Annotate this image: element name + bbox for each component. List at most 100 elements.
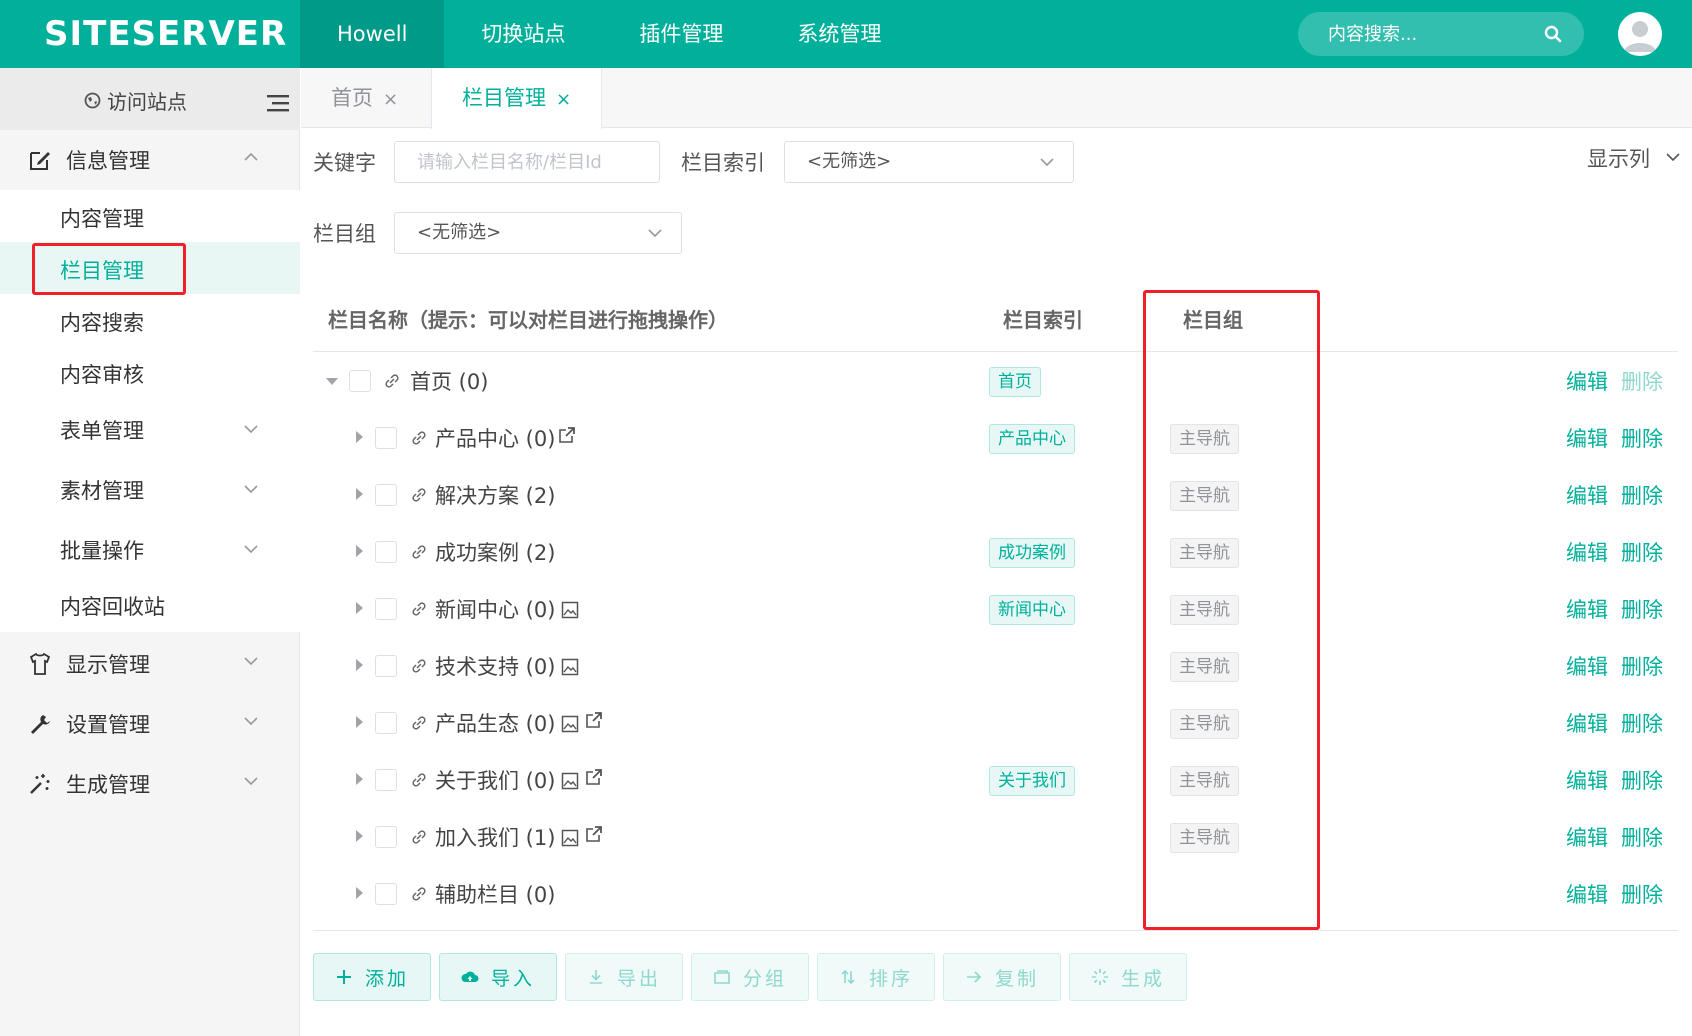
- keyword-input[interactable]: [394, 141, 660, 183]
- expand-icon[interactable]: [356, 488, 363, 500]
- edit-link[interactable]: 编辑: [1566, 651, 1608, 681]
- table-row[interactable]: 产品生态 (0) 主导航 编辑 删除: [313, 695, 1678, 752]
- sidebar-group-settings[interactable]: 设置管理: [0, 694, 300, 752]
- row-checkbox[interactable]: [375, 883, 397, 905]
- row-checkbox[interactable]: [375, 541, 397, 563]
- delete-link[interactable]: 删除: [1621, 423, 1663, 453]
- table-row[interactable]: 技术支持 (0) 主导航 编辑 删除: [313, 638, 1678, 695]
- visit-site-label: 访问站点: [107, 90, 187, 114]
- delete-link[interactable]: 删除: [1621, 765, 1663, 795]
- delete-link[interactable]: 删除: [1621, 537, 1663, 567]
- column-header-name: 栏目名称（提示：可以对栏目进行拖拽操作）: [328, 308, 728, 332]
- collapse-icon[interactable]: [326, 378, 338, 385]
- expand-icon[interactable]: [356, 830, 363, 842]
- search-icon[interactable]: [1544, 25, 1562, 43]
- user-avatar[interactable]: [1618, 12, 1662, 56]
- table-row[interactable]: 辅助栏目 (0) 编辑 删除: [313, 866, 1678, 923]
- column-name[interactable]: 产品生态 (0): [435, 708, 555, 738]
- visit-site-link[interactable]: 访问站点: [84, 86, 187, 115]
- column-group-select[interactable]: <无筛选>: [394, 212, 682, 254]
- sort-button[interactable]: 排序: [817, 953, 935, 1001]
- row-checkbox[interactable]: [375, 655, 397, 677]
- edit-link[interactable]: 编辑: [1566, 879, 1608, 909]
- chevron-down-icon: [244, 717, 258, 726]
- copy-button[interactable]: 复制: [943, 953, 1061, 1001]
- edit-link[interactable]: 编辑: [1566, 537, 1608, 567]
- sidebar-item-content-review[interactable]: 内容审核: [0, 346, 300, 398]
- tab-home[interactable]: 首页 ×: [331, 68, 398, 128]
- row-checkbox[interactable]: [375, 484, 397, 506]
- sidebar-item-recycle-bin[interactable]: 内容回收站: [0, 578, 300, 630]
- column-name[interactable]: 产品中心 (0): [435, 423, 555, 453]
- column-name[interactable]: 首页 (0): [410, 366, 488, 396]
- expand-icon[interactable]: [356, 659, 363, 671]
- sidebar-item-batch-operations[interactable]: 批量操作: [0, 522, 300, 574]
- table-row[interactable]: 关于我们 (0) 关于我们 主导航 编辑 删除: [313, 752, 1678, 809]
- row-checkbox[interactable]: [375, 598, 397, 620]
- import-button[interactable]: 导入: [439, 953, 557, 1001]
- nav-site-howell[interactable]: Howell: [300, 0, 445, 68]
- close-icon[interactable]: ×: [383, 89, 398, 110]
- show-columns-dropdown[interactable]: 显示列: [1587, 143, 1680, 173]
- table-row[interactable]: 首页 (0) 首页 编辑 删除: [313, 353, 1678, 410]
- table-row[interactable]: 解决方案 (2) 主导航 编辑 删除: [313, 467, 1678, 524]
- column-name[interactable]: 新闻中心 (0): [435, 594, 555, 624]
- sidebar-group-info[interactable]: 信息管理: [0, 130, 300, 188]
- row-checkbox[interactable]: [375, 826, 397, 848]
- expand-icon[interactable]: [356, 716, 363, 728]
- expand-icon[interactable]: [356, 773, 363, 785]
- column-name[interactable]: 辅助栏目 (0): [435, 879, 555, 909]
- column-name[interactable]: 成功案例 (2): [435, 537, 555, 567]
- edit-link[interactable]: 编辑: [1566, 822, 1608, 852]
- nav-switch-site[interactable]: 切换站点: [444, 0, 602, 68]
- menu-toggle-icon[interactable]: [267, 94, 289, 112]
- edit-link[interactable]: 编辑: [1566, 594, 1608, 624]
- expand-icon[interactable]: [356, 431, 363, 443]
- generate-button[interactable]: 生成: [1069, 953, 1187, 1001]
- tab-column-management[interactable]: 栏目管理 ×: [431, 68, 603, 129]
- column-name[interactable]: 解决方案 (2): [435, 480, 555, 510]
- delete-link[interactable]: 删除: [1621, 879, 1663, 909]
- column-name[interactable]: 关于我们 (0): [435, 765, 555, 795]
- table-row[interactable]: 成功案例 (2) 成功案例 主导航 编辑 删除: [313, 524, 1678, 581]
- delete-link[interactable]: 删除: [1621, 366, 1663, 396]
- row-checkbox[interactable]: [375, 769, 397, 791]
- column-name[interactable]: 技术支持 (0): [435, 651, 555, 681]
- expand-icon[interactable]: [356, 887, 363, 899]
- edit-link[interactable]: 编辑: [1566, 366, 1608, 396]
- nav-plugin-management[interactable]: 插件管理: [602, 0, 760, 68]
- delete-link[interactable]: 删除: [1621, 708, 1663, 738]
- expand-icon[interactable]: [356, 602, 363, 614]
- edit-link[interactable]: 编辑: [1566, 423, 1608, 453]
- table-row[interactable]: 产品中心 (0) 产品中心 主导航 编辑 删除: [313, 410, 1678, 467]
- row-checkbox[interactable]: [375, 712, 397, 734]
- group-button[interactable]: 分组: [691, 953, 809, 1001]
- column-name[interactable]: 加入我们 (1): [435, 822, 555, 852]
- expand-icon[interactable]: [356, 545, 363, 557]
- delete-link[interactable]: 删除: [1621, 480, 1663, 510]
- edit-link[interactable]: 编辑: [1566, 480, 1608, 510]
- sidebar-item-material-management[interactable]: 素材管理: [0, 462, 300, 514]
- edit-link[interactable]: 编辑: [1566, 708, 1608, 738]
- delete-link[interactable]: 删除: [1621, 594, 1663, 624]
- table-row[interactable]: 加入我们 (1) 主导航 编辑 删除: [313, 809, 1678, 866]
- close-icon[interactable]: ×: [556, 89, 571, 110]
- siteserver-logo[interactable]: SITESERVER: [44, 10, 287, 58]
- content-search-input[interactable]: [1298, 12, 1538, 56]
- table-row[interactable]: 新闻中心 (0) 新闻中心 主导航 编辑 删除: [313, 581, 1678, 638]
- delete-link[interactable]: 删除: [1621, 822, 1663, 852]
- edit-link[interactable]: 编辑: [1566, 765, 1608, 795]
- delete-link[interactable]: 删除: [1621, 651, 1663, 681]
- column-index-select[interactable]: <无筛选>: [784, 141, 1074, 183]
- add-button[interactable]: 添加: [313, 953, 431, 1001]
- export-button[interactable]: 导出: [565, 953, 683, 1001]
- sidebar-item-form-management[interactable]: 表单管理: [0, 402, 300, 454]
- sidebar-item-content-management[interactable]: 内容管理: [0, 190, 300, 242]
- sidebar-group-generate[interactable]: 生成管理: [0, 754, 300, 812]
- sidebar-group-display[interactable]: 显示管理: [0, 634, 300, 692]
- row-checkbox[interactable]: [349, 370, 371, 392]
- sidebar-item-content-search[interactable]: 内容搜索: [0, 294, 300, 346]
- globe-icon: [84, 92, 101, 109]
- nav-system-management[interactable]: 系统管理: [760, 0, 918, 68]
- row-checkbox[interactable]: [375, 427, 397, 449]
